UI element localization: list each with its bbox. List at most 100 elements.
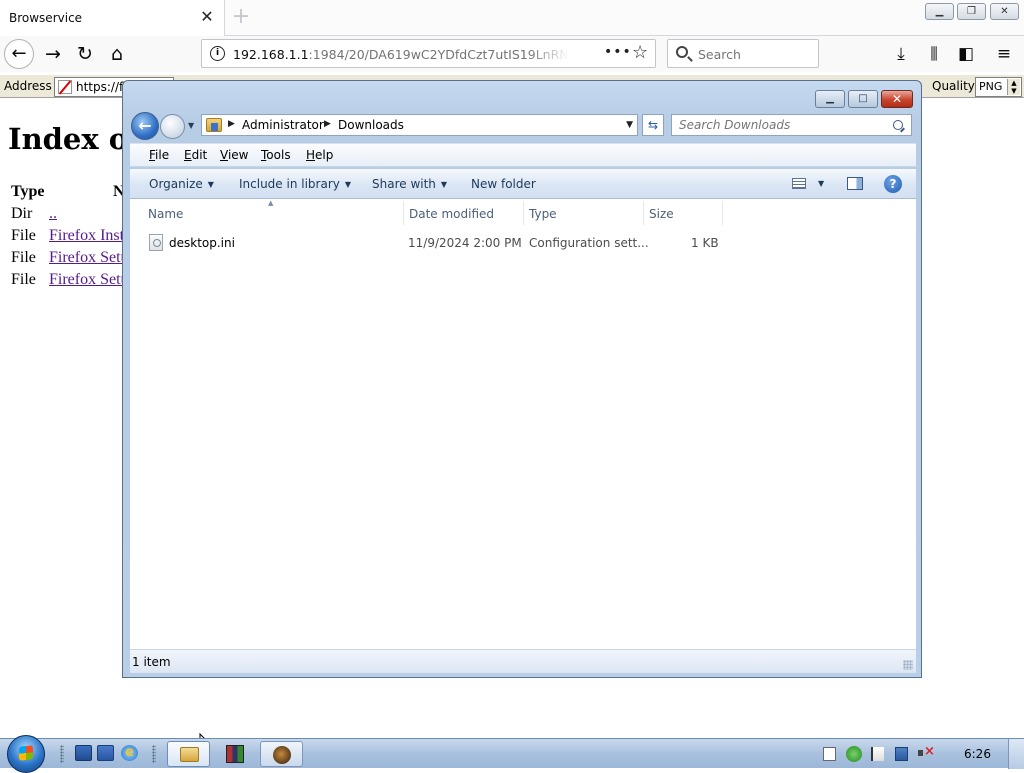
column-divider[interactable]	[722, 201, 723, 225]
quality-spinner-icon[interactable]: ▲ ▼	[1007, 79, 1020, 95]
internet-explorer-icon[interactable]: e	[121, 745, 138, 761]
column-header-size[interactable]: Size	[649, 207, 674, 221]
url-host: 192.168.1.1	[233, 47, 309, 62]
show-desktop-icon[interactable]	[75, 745, 92, 761]
item-count: 1 item	[132, 655, 171, 669]
file-type: Configuration sett...	[529, 236, 649, 250]
taskbar-explorer-button[interactable]	[167, 741, 210, 767]
taskbar-app-button[interactable]	[260, 741, 303, 767]
library-icon[interactable]: ⫼	[919, 39, 949, 69]
file-name: desktop.ini	[169, 236, 235, 250]
forward-icon[interactable]: →	[38, 39, 68, 69]
share-with-button[interactable]: Share with ▼	[372, 177, 447, 191]
breadcrumb-arrow-icon[interactable]: ▶	[324, 119, 331, 129]
explorer-close-button[interactable]: ✕	[881, 90, 913, 108]
toolbar-grip[interactable]	[152, 745, 156, 763]
include-in-library-button[interactable]: Include in library ▼	[239, 177, 351, 191]
explorer-forward-icon[interactable]	[160, 114, 185, 139]
parent-dir-link[interactable]: ..	[49, 205, 57, 223]
show-desktop-button[interactable]	[1008, 739, 1024, 769]
reload-icon[interactable]: ↻	[70, 39, 100, 69]
explorer-back-icon[interactable]: ←	[131, 112, 159, 140]
window-minimize-button[interactable]: ▁	[925, 3, 954, 20]
info-icon[interactable]: i	[210, 46, 225, 61]
refresh-icon[interactable]: ⇆	[642, 114, 664, 136]
help-icon[interactable]: ?	[884, 175, 902, 193]
winrar-icon[interactable]	[226, 745, 244, 763]
browser-tab[interactable]: Browservice ✕	[0, 0, 225, 36]
window-restore-button[interactable]: ❐	[957, 3, 986, 20]
explorer-search-box[interactable]	[671, 114, 912, 136]
column-header-type[interactable]: Type	[529, 207, 557, 221]
organize-button[interactable]: Organize ▼	[149, 177, 214, 191]
menu-edit[interactable]: Edit	[184, 148, 207, 162]
toolbar-grip[interactable]	[60, 745, 64, 763]
network-icon[interactable]	[895, 747, 908, 761]
column-divider[interactable]	[523, 201, 524, 225]
action-center-flag-icon[interactable]	[871, 747, 884, 761]
search-icon	[676, 46, 688, 58]
column-divider[interactable]	[403, 201, 404, 225]
url-text[interactable]: 192.168.1.1:1984/20/DA619wC2YDfdCzt7utIS…	[233, 47, 569, 62]
explorer-menu-bar: File Edit View Tools Help	[130, 143, 916, 167]
column-header-date-modified[interactable]: Date modified	[409, 207, 494, 221]
file-link[interactable]: Firefox Setu	[49, 249, 129, 267]
menu-file[interactable]: File	[149, 148, 169, 162]
column-header-name[interactable]: Name	[148, 207, 183, 221]
view-dropdown-icon[interactable]: ▼	[818, 179, 824, 188]
start-button[interactable]	[7, 735, 45, 773]
config-file-icon	[149, 234, 163, 251]
row-type: Dir	[11, 205, 33, 222]
home-icon[interactable]: ⌂	[102, 39, 132, 69]
page-actions-icon[interactable]: •••	[604, 44, 632, 60]
volume-muted-icon[interactable]	[918, 744, 935, 761]
window-close-button[interactable]: ✕	[990, 3, 1019, 20]
row-type: File	[11, 227, 36, 244]
change-view-icon[interactable]	[792, 178, 806, 189]
search-icon[interactable]	[893, 120, 903, 130]
tray-document-icon[interactable]	[823, 747, 836, 761]
file-size: 1 KB	[691, 236, 719, 250]
recent-pages-icon[interactable]: ▼	[188, 121, 194, 130]
breadcrumb-downloads[interactable]: Downloads	[338, 118, 404, 132]
tray-security-icon[interactable]	[846, 746, 862, 762]
new-folder-button[interactable]: New folder	[471, 177, 536, 191]
explorer-minimize-button[interactable]: ▁	[815, 90, 845, 108]
back-icon[interactable]: ←	[4, 39, 34, 69]
sidebar-icon[interactable]: ◧	[951, 39, 981, 69]
browser-search-box[interactable]	[667, 39, 819, 68]
file-link[interactable]: Firefox Setu	[49, 271, 129, 289]
breadcrumb-arrow-icon[interactable]: ▶	[228, 119, 235, 129]
menu-help[interactable]: Help	[306, 148, 333, 162]
file-date-modified: 11/9/2024 2:00 PM	[408, 236, 522, 250]
page-title: Index of	[8, 122, 141, 156]
search-input[interactable]	[698, 47, 808, 62]
column-divider[interactable]	[643, 201, 644, 225]
quality-select[interactable]: PNG ▲ ▼	[975, 77, 1022, 97]
col-header-type: Type	[11, 183, 45, 200]
file-link[interactable]: Firefox Inst	[49, 227, 124, 245]
app-icon	[273, 746, 291, 764]
explorer-command-bar: Organize ▼ Include in library ▼ Share with…	[130, 169, 916, 199]
address-dropdown-icon[interactable]: ▼	[626, 120, 633, 130]
explorer-maximize-button[interactable]: □	[848, 90, 878, 108]
resize-grip-icon[interactable]	[903, 660, 913, 670]
menu-tools[interactable]: Tools	[261, 148, 291, 162]
menu-view[interactable]: View	[220, 148, 248, 162]
url-bar[interactable]: i 192.168.1.1:1984/20/DA619wC2YDfdCzt7ut…	[201, 39, 656, 68]
preview-pane-icon[interactable]	[847, 177, 863, 190]
menu-icon[interactable]: ≡	[989, 39, 1019, 69]
tab-close-icon[interactable]: ✕	[199, 9, 215, 25]
bookmark-star-icon[interactable]: ☆	[632, 42, 648, 63]
switch-windows-icon[interactable]	[97, 745, 114, 761]
address-label: Address	[4, 79, 52, 93]
new-tab-icon[interactable]: +	[231, 5, 251, 29]
browser-tab-bar: Browservice ✕ + ▁ ❐ ✕	[0, 0, 1024, 36]
tab-title: Browservice	[9, 11, 83, 25]
breadcrumb-administrator[interactable]: Administrator	[242, 118, 324, 132]
explorer-address-bar[interactable]: ▶ Administrator ▶ Downloads ▼	[201, 114, 638, 136]
explorer-search-input[interactable]	[679, 118, 879, 132]
download-icon[interactable]: ⤓	[886, 39, 916, 69]
clock[interactable]: 6:26	[964, 747, 991, 761]
quality-label: Quality	[932, 79, 975, 93]
